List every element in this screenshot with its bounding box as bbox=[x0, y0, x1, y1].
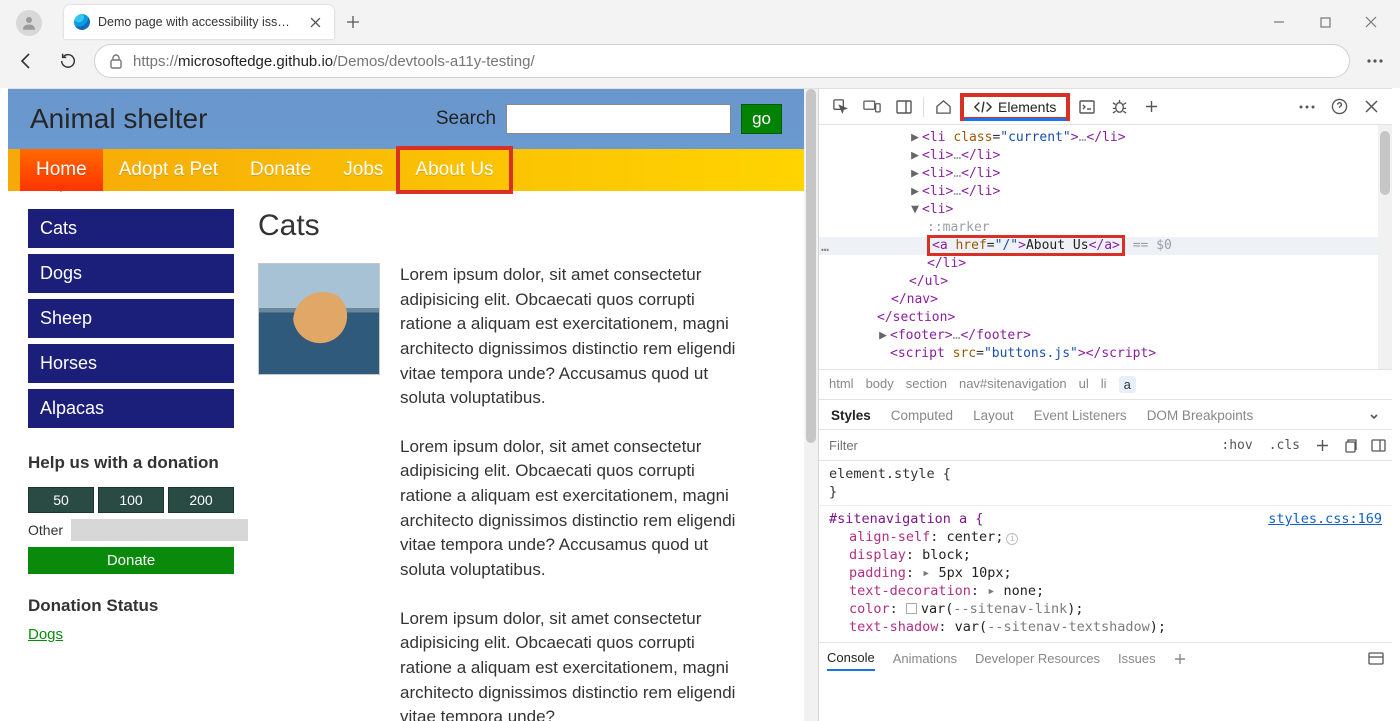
tab-title: Demo page with accessibility issues bbox=[98, 15, 296, 29]
status-link-dogs[interactable]: Dogs bbox=[28, 626, 63, 643]
device-icon[interactable] bbox=[857, 93, 887, 121]
url-text: https://microsoftedge.github.io/Demos/de… bbox=[133, 53, 535, 70]
hov-toggle[interactable]: :hov bbox=[1213, 438, 1260, 453]
code-icon bbox=[974, 100, 992, 114]
cat-image bbox=[258, 263, 380, 375]
search-go-button[interactable]: go bbox=[741, 104, 782, 134]
sidebar-item-alpacas[interactable]: Alpacas bbox=[28, 389, 234, 428]
selected-dom-node[interactable]: <a href="/">About Us</a> == $0 bbox=[819, 237, 1392, 255]
breadcrumb[interactable]: html body section nav#sitenavigation ul … bbox=[819, 369, 1392, 399]
close-tab-icon[interactable] bbox=[304, 11, 326, 33]
paragraph: Lorem ipsum dolor, sit amet consectetur … bbox=[400, 607, 750, 721]
lock-icon bbox=[109, 53, 123, 69]
top-nav-about[interactable]: About Us bbox=[399, 149, 509, 191]
dom-tree[interactable]: ⋯ ▶<li class="current">…</li> ▶<li>…</li… bbox=[819, 125, 1392, 369]
help-icon[interactable] bbox=[1324, 93, 1354, 121]
site-title: Animal shelter bbox=[30, 103, 207, 135]
address-bar[interactable]: https://microsoftedge.github.io/Demos/de… bbox=[94, 44, 1350, 78]
sidebar: Cats Dogs Sheep Horses Alpacas Help us w… bbox=[28, 209, 234, 721]
dom-scrollbar[interactable] bbox=[1378, 125, 1392, 369]
overflow-dots-icon[interactable]: ⋯ bbox=[821, 243, 830, 258]
tab-layout[interactable]: Layout bbox=[973, 408, 1014, 423]
status-heading: Donation Status bbox=[28, 596, 234, 616]
top-nav-adopt[interactable]: Adopt a Pet bbox=[103, 149, 234, 191]
drawer-animations[interactable]: Animations bbox=[893, 651, 957, 666]
reload-button[interactable] bbox=[52, 45, 84, 77]
sidebar-item-dogs[interactable]: Dogs bbox=[28, 254, 234, 293]
window-minimize[interactable] bbox=[1256, 4, 1302, 40]
search-label: Search bbox=[436, 108, 496, 130]
donation-heading: Help us with a donation bbox=[28, 452, 234, 473]
expand-icon[interactable] bbox=[1368, 410, 1380, 422]
top-nav: Home Adopt a Pet Donate Jobs About Us bbox=[8, 149, 804, 191]
browser-tab[interactable]: Demo page with accessibility issues bbox=[64, 5, 334, 39]
donate-button[interactable]: Donate bbox=[28, 547, 234, 574]
window-close[interactable] bbox=[1348, 4, 1394, 40]
cls-toggle[interactable]: .cls bbox=[1261, 438, 1308, 453]
inspect-icon[interactable] bbox=[825, 93, 855, 121]
window-maximize[interactable] bbox=[1302, 4, 1348, 40]
drawer-devresources[interactable]: Developer Resources bbox=[975, 651, 1100, 666]
sidebar-item-cats[interactable]: Cats bbox=[28, 209, 234, 248]
donate-100[interactable]: 100 bbox=[98, 487, 164, 513]
new-rule-icon[interactable] bbox=[1308, 439, 1336, 452]
paragraph: Lorem ipsum dolor, sit amet consectetur … bbox=[400, 263, 750, 411]
new-tab-button[interactable] bbox=[342, 11, 364, 33]
welcome-icon[interactable] bbox=[928, 93, 958, 121]
top-nav-jobs[interactable]: Jobs bbox=[327, 149, 399, 191]
page-viewport: Animal shelter Search go Home Adopt a Pe… bbox=[8, 89, 818, 721]
paragraph: Lorem ipsum dolor, sit amet consectetur … bbox=[400, 435, 750, 583]
page-header: Animal shelter Search go bbox=[8, 89, 804, 149]
dock-icon[interactable] bbox=[889, 93, 919, 121]
tab-computed[interactable]: Computed bbox=[891, 408, 953, 423]
tab-dombreakpoints[interactable]: DOM Breakpoints bbox=[1147, 408, 1254, 423]
copy-styles-icon[interactable] bbox=[1336, 438, 1364, 453]
edge-icon bbox=[74, 14, 90, 30]
sidebar-item-sheep[interactable]: Sheep bbox=[28, 299, 234, 338]
debugger-icon[interactable] bbox=[1104, 93, 1134, 121]
browser-menu-button[interactable] bbox=[1360, 59, 1390, 63]
drawer-console[interactable]: Console bbox=[827, 650, 875, 671]
top-nav-home[interactable]: Home bbox=[20, 149, 103, 191]
drawer-expand-icon[interactable] bbox=[1368, 652, 1384, 665]
search-input[interactable] bbox=[506, 104, 731, 134]
tab-styles[interactable]: Styles bbox=[831, 408, 871, 423]
donate-50[interactable]: 50 bbox=[28, 487, 94, 513]
devtools-menu-icon[interactable] bbox=[1292, 93, 1322, 121]
drawer-tabs: Console Animations Developer Resources I… bbox=[819, 642, 1392, 674]
rendering-icon[interactable] bbox=[1364, 439, 1392, 452]
browser-chrome: Demo page with accessibility issues http… bbox=[0, 0, 1400, 88]
tab-elements[interactable]: Elements bbox=[960, 93, 1070, 121]
tab-eventlisteners[interactable]: Event Listeners bbox=[1034, 408, 1127, 423]
drawer-issues[interactable]: Issues bbox=[1118, 651, 1156, 666]
style-rules[interactable]: element.style { } #sitenavigation a {sty… bbox=[819, 461, 1392, 642]
source-link[interactable]: styles.css:169 bbox=[1268, 510, 1382, 528]
other-amount-input[interactable] bbox=[71, 519, 248, 541]
page-scrollbar[interactable] bbox=[804, 89, 818, 721]
devtools-panel: Elements ⋯ ▶<li class="current">…</li> ▶… bbox=[818, 89, 1392, 721]
close-devtools-icon[interactable] bbox=[1356, 93, 1386, 121]
other-label: Other bbox=[28, 522, 63, 538]
donate-200[interactable]: 200 bbox=[168, 487, 234, 513]
profile-avatar[interactable] bbox=[16, 10, 42, 36]
top-nav-donate[interactable]: Donate bbox=[234, 149, 327, 191]
main-heading: Cats bbox=[258, 209, 798, 243]
back-button[interactable] bbox=[10, 45, 42, 77]
sidebar-item-horses[interactable]: Horses bbox=[28, 344, 234, 383]
devtools-toolbar: Elements bbox=[819, 89, 1392, 125]
more-tabs-icon[interactable] bbox=[1136, 93, 1166, 121]
styles-filter-input[interactable] bbox=[819, 438, 1213, 453]
console-tab-icon[interactable] bbox=[1072, 93, 1102, 121]
drawer-add-icon[interactable] bbox=[1174, 653, 1186, 665]
styles-tabs: Styles Computed Layout Event Listeners D… bbox=[819, 399, 1392, 429]
